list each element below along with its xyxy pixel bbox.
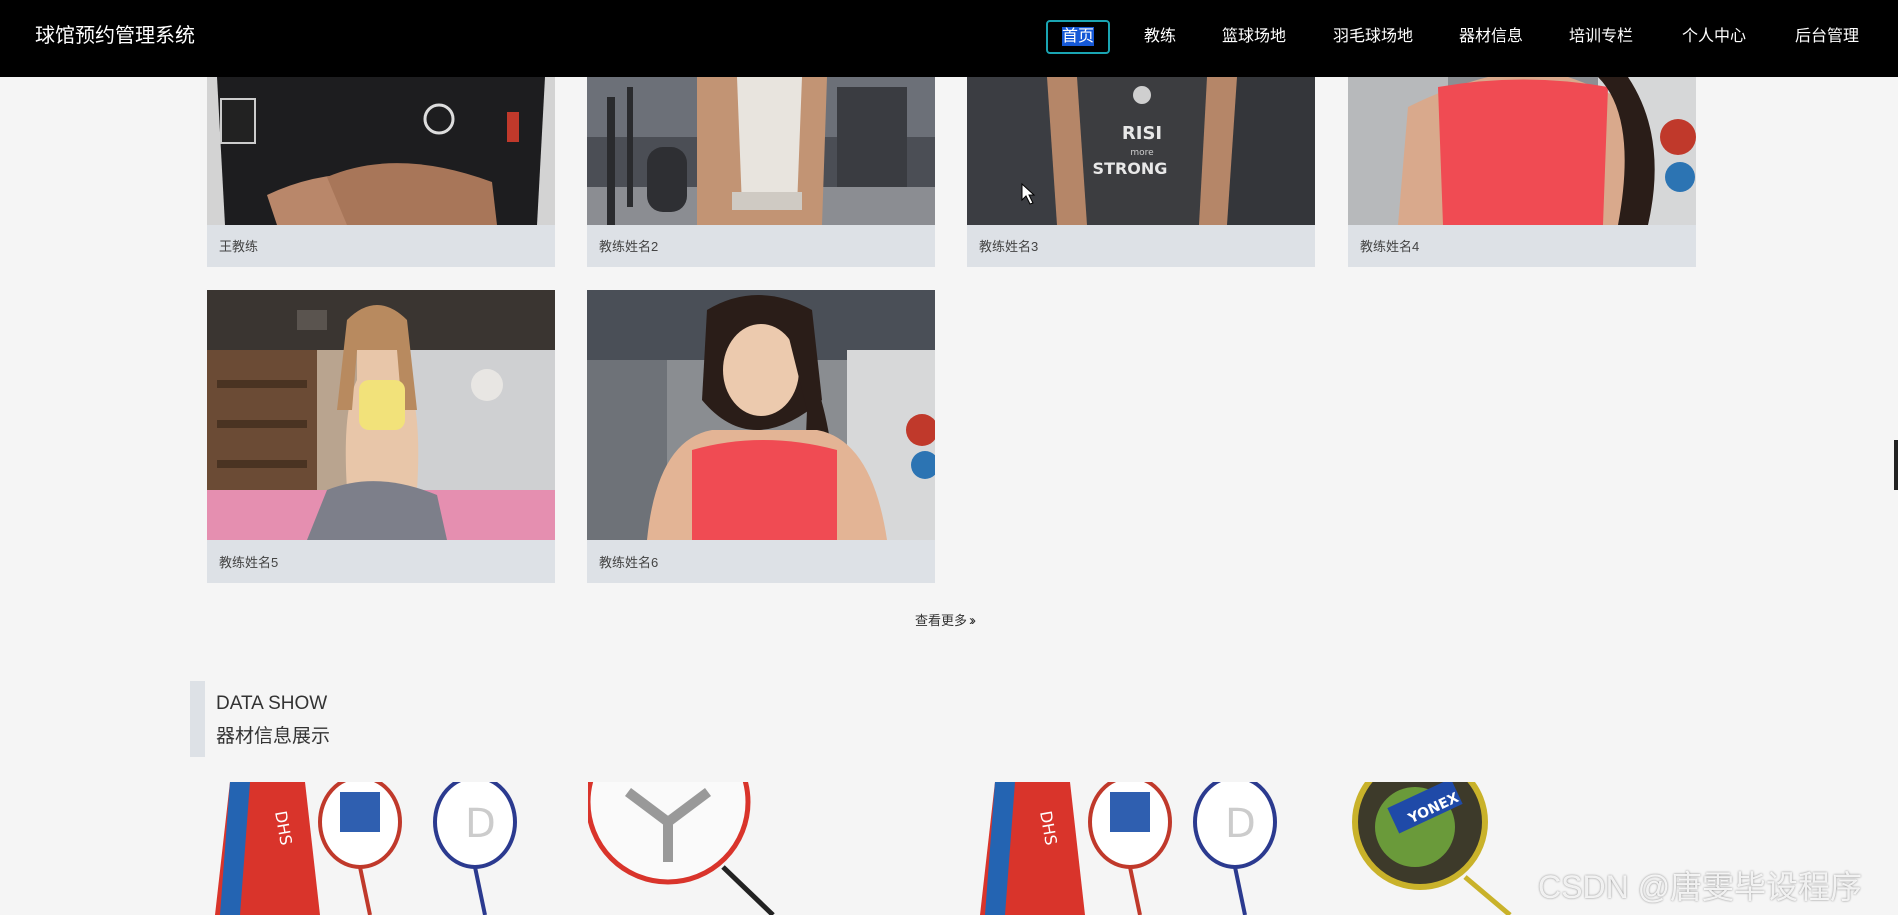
coach-name: 教练姓名5: [219, 555, 279, 570]
equipment-photo: [588, 782, 908, 915]
nav-coaches[interactable]: 教练: [1144, 20, 1176, 54]
coach-photo: [587, 77, 935, 225]
coach-name: 教练姓名6: [599, 555, 659, 570]
section-accent-bar: [190, 681, 205, 757]
nav-home[interactable]: 首页: [1046, 20, 1111, 54]
coach-name: 教练姓名3: [979, 239, 1039, 254]
equipment-card[interactable]: YONEX: [1350, 782, 1550, 915]
svg-text:STRONG: STRONG: [1093, 159, 1168, 178]
nav-equipment[interactable]: 器材信息: [1459, 20, 1523, 54]
nav-badminton-courts[interactable]: 羽毛球场地: [1333, 20, 1413, 54]
nav-basketball-courts[interactable]: 篮球场地: [1222, 20, 1286, 54]
coach-card[interactable]: 教练姓名4: [1348, 77, 1696, 267]
view-more-link[interactable]: 查看更多 ››: [915, 610, 976, 629]
equipment-photo: DHS D: [210, 782, 530, 915]
nav-admin[interactable]: 后台管理: [1795, 20, 1859, 54]
coach-name: 教练姓名2: [599, 239, 659, 254]
svg-text:D: D: [1225, 801, 1256, 847]
equipment-card[interactable]: [588, 782, 908, 915]
nav-home-label: 首页: [1062, 27, 1095, 46]
equipment-photo: YONEX: [1350, 782, 1550, 915]
nav-personal-center[interactable]: 个人中心: [1682, 20, 1746, 54]
coach-photo: [207, 77, 555, 225]
coach-card[interactable]: 教练姓名2: [587, 77, 935, 267]
section-title-en: DATA SHOW: [216, 693, 328, 714]
coach-card[interactable]: 王教练: [207, 77, 555, 267]
double-chevron-right-icon: ››: [969, 612, 976, 629]
coach-card[interactable]: RISI more STRONG 教练姓名3: [967, 77, 1315, 267]
top-navigation-bar: 球馆预约管理系统 首页 教练 篮球场地 羽毛球场地 器材信息 培训专栏 个人中心…: [0, 0, 1898, 77]
svg-text:more: more: [1130, 148, 1154, 158]
coach-photo: [587, 290, 935, 540]
site-brand[interactable]: 球馆预约管理系统: [35, 24, 195, 48]
equipment-photo: DHS D: [975, 782, 1295, 915]
svg-text:D: D: [465, 801, 496, 847]
view-more-label: 查看更多: [915, 613, 968, 628]
equipment-card[interactable]: DHS D: [975, 782, 1295, 915]
coach-card[interactable]: 教练姓名6: [587, 290, 935, 583]
scrollbar-thumb[interactable]: [1894, 440, 1898, 490]
coach-card[interactable]: 教练姓名5: [207, 290, 555, 583]
coach-name: 教练姓名4: [1360, 239, 1420, 254]
coach-photo: [1348, 77, 1696, 225]
coach-photo: RISI more STRONG: [967, 77, 1315, 225]
coach-photo: [207, 290, 555, 540]
equipment-card[interactable]: DHS D: [210, 782, 530, 915]
coach-name: 王教练: [219, 239, 259, 254]
section-title-cn: 器材信息展示: [216, 726, 331, 747]
svg-text:RISI: RISI: [1122, 123, 1162, 144]
watermark: CSDN @唐雯毕设程序: [1538, 869, 1863, 905]
nav-training[interactable]: 培训专栏: [1569, 20, 1633, 54]
